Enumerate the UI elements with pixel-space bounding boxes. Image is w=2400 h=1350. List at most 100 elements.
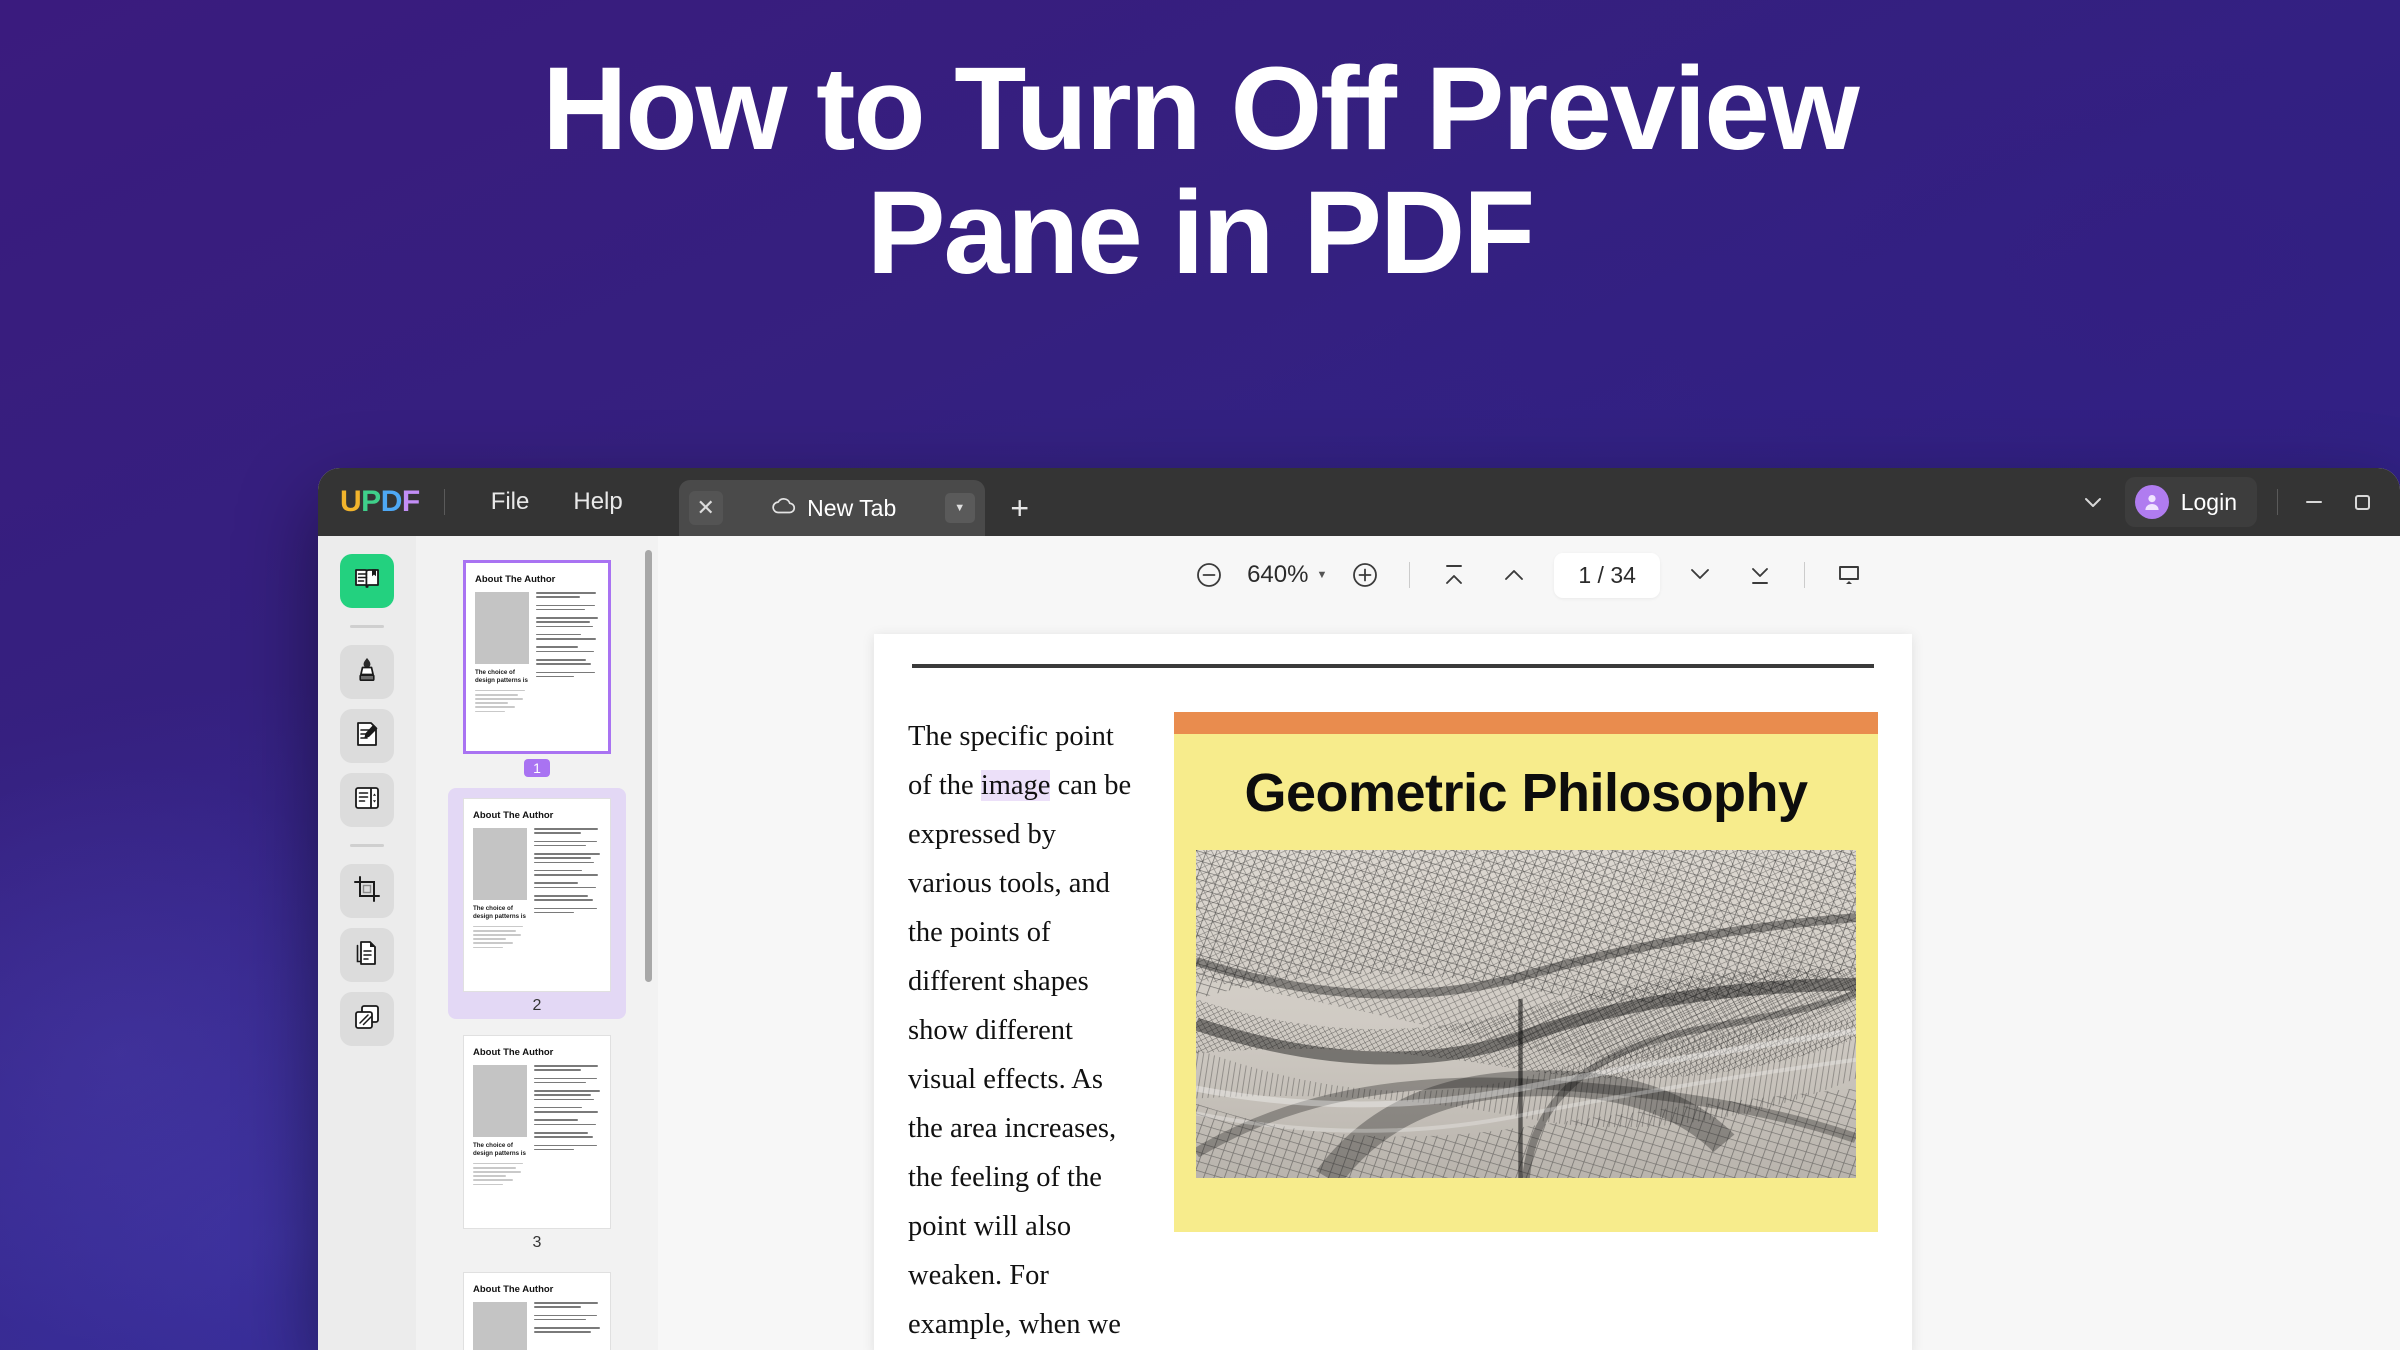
- zoom-level-selector[interactable]: 640% ▼: [1247, 561, 1327, 589]
- thumbnail-title: About The Author: [473, 810, 554, 821]
- thumbnail-left-column: The choice of design patterns is: [475, 592, 529, 715]
- thumbnail-subtitle: The choice of design patterns is: [473, 905, 526, 921]
- thumbnail-number: 2: [532, 997, 542, 1014]
- thumbnail-right-column: [536, 592, 599, 715]
- sidebar-item-form[interactable]: [340, 773, 394, 827]
- updf-logo: U P D F: [340, 485, 420, 519]
- thumbnail-right-column: [534, 1302, 601, 1350]
- zoom-in-icon[interactable]: [1340, 550, 1390, 600]
- menu-item-help[interactable]: Help: [551, 482, 644, 522]
- batch-pages-icon: [351, 1001, 383, 1038]
- sidebar-item-crop[interactable]: [340, 864, 394, 918]
- thumbnail-left-column: The choice of design patterns is: [473, 1065, 527, 1188]
- next-page-icon[interactable]: [1675, 550, 1725, 600]
- previous-page-icon[interactable]: [1489, 550, 1539, 600]
- tab-content: New Tab: [723, 495, 945, 522]
- sidebar-item-annotate[interactable]: [340, 645, 394, 699]
- logo-letter-d: D: [380, 485, 403, 518]
- thumbnail-image-block: [473, 828, 527, 900]
- app-titlebar: U P D F File Help ✕ New Tab ▼ + Login: [318, 468, 2400, 536]
- tool-rail: [318, 536, 416, 1350]
- close-icon[interactable]: ✕: [688, 491, 723, 525]
- thumbnail-image-block: [473, 1065, 527, 1137]
- form-fields-icon: [351, 782, 383, 819]
- thumbnail-title: About The Author: [473, 1047, 554, 1058]
- first-page-icon[interactable]: [1429, 550, 1479, 600]
- thumbnail-number-badge: 1: [524, 759, 550, 777]
- logo-letter-u: U: [340, 485, 362, 518]
- updf-app-window: U P D F File Help ✕ New Tab ▼ + Login Ab…: [318, 468, 2400, 1350]
- tab-new-tab[interactable]: ✕ New Tab ▼: [678, 480, 985, 536]
- sidebar-item-edit-pdf[interactable]: [340, 709, 394, 763]
- sidebar-item-batch[interactable]: [340, 992, 394, 1046]
- sidebar-item-convert[interactable]: [340, 928, 394, 982]
- crop-icon: [351, 873, 383, 910]
- thumbnail-subtitle: The choice of design patterns is: [473, 1142, 526, 1158]
- thumbnail-right-column: [534, 828, 601, 951]
- thumbnail-panel[interactable]: About The Author The choice of design pa…: [416, 536, 658, 1350]
- thumbnail-right-column: [534, 1065, 601, 1188]
- document-edit-icon: [351, 718, 383, 755]
- thumbnail-page[interactable]: About The Author The choice of design pa…: [463, 1035, 611, 1229]
- document-toolbar: 640% ▼ 1 / 34: [658, 536, 2400, 614]
- thumbnail-scrollbar[interactable]: [645, 550, 652, 982]
- chevron-down-icon[interactable]: ▼: [944, 493, 975, 523]
- logo-letter-f: F: [401, 485, 420, 518]
- maximize-icon[interactable]: [2340, 480, 2384, 524]
- thumbnail-page[interactable]: About The Author The choice of design pa…: [463, 1272, 611, 1350]
- abstract-wireframe-mesh-image: [1196, 850, 1856, 1178]
- thumbnail-number: 1: [456, 759, 618, 778]
- pdf-page[interactable]: The specific point of the image can be e…: [874, 634, 1912, 1350]
- thumbnail-item[interactable]: About The Author The choice of design pa…: [448, 1262, 626, 1350]
- new-tab-button[interactable]: +: [997, 485, 1043, 531]
- presentation-mode-icon[interactable]: [1824, 550, 1874, 600]
- hero-line-2: Pane in PDF: [866, 166, 1535, 299]
- titlebar-divider: [443, 489, 445, 515]
- toolbar-divider: [1803, 562, 1805, 588]
- sidebar-item-reader[interactable]: [340, 554, 394, 608]
- thumbnail-number: 3: [532, 1234, 542, 1251]
- chevron-down-icon[interactable]: [2071, 480, 2115, 524]
- thumbnail-image-block: [473, 1302, 527, 1350]
- figure-title: Geometric Philosophy: [1244, 763, 1808, 823]
- titlebar-right-controls: Login: [2071, 468, 2384, 536]
- thumbnail-page[interactable]: About The Author The choice of design pa…: [463, 798, 611, 992]
- logo-letter-p: P: [361, 485, 381, 518]
- highlighter-pen-icon: [351, 654, 383, 691]
- rail-separator: [350, 625, 384, 628]
- page-content: The specific point of the image can be e…: [908, 712, 1878, 1350]
- titlebar-right-divider: [2277, 489, 2278, 515]
- thumbnail-item[interactable]: About The Author The choice of design pa…: [448, 1025, 626, 1256]
- login-button[interactable]: Login: [2124, 477, 2257, 527]
- thumbnail-title: About The Author: [473, 1284, 554, 1295]
- tab-label: New Tab: [807, 494, 897, 521]
- thumbnail-left-column: The choice of design patterns is: [473, 1302, 527, 1350]
- thumbnail-columns: The choice of design patterns is: [473, 828, 601, 951]
- book-reader-icon: [351, 563, 383, 600]
- toolbar-divider: [1409, 562, 1411, 588]
- hero-line-1: How to Turn Off Preview: [542, 43, 1859, 175]
- cloud-icon: [771, 496, 797, 521]
- thumbnail-title: About The Author: [475, 574, 556, 585]
- page-figure: Geometric Philosophy: [1174, 712, 1878, 1232]
- thumbnail-item[interactable]: About The Author The choice of design pa…: [448, 788, 626, 1019]
- text-selection-highlight[interactable]: image: [980, 770, 1051, 802]
- page-indicator[interactable]: 1 / 34: [1554, 552, 1660, 598]
- thumbnail-image-block: [475, 592, 529, 664]
- zoom-out-icon[interactable]: [1184, 550, 1234, 600]
- menu-item-file[interactable]: File: [469, 482, 552, 522]
- last-page-icon[interactable]: [1735, 550, 1785, 600]
- rail-separator: [350, 844, 384, 847]
- thumbnail-columns: The choice of design patterns is: [473, 1302, 601, 1350]
- page-body-text[interactable]: The specific point of the image can be e…: [908, 712, 1140, 1350]
- thumbnail-left-column: The choice of design patterns is: [473, 828, 527, 951]
- page-rule: [912, 664, 1874, 668]
- user-avatar-icon: [2134, 485, 2169, 519]
- app-body: About The Author The choice of design pa…: [318, 536, 2400, 1350]
- thumbnail-page[interactable]: About The Author The choice of design pa…: [463, 560, 611, 754]
- thumbnail-item[interactable]: About The Author The choice of design pa…: [448, 550, 626, 782]
- login-label: Login: [2180, 488, 2237, 515]
- zoom-level-label: 640%: [1247, 561, 1309, 588]
- minimize-icon[interactable]: [2292, 480, 2336, 524]
- convert-document-icon: [351, 937, 383, 974]
